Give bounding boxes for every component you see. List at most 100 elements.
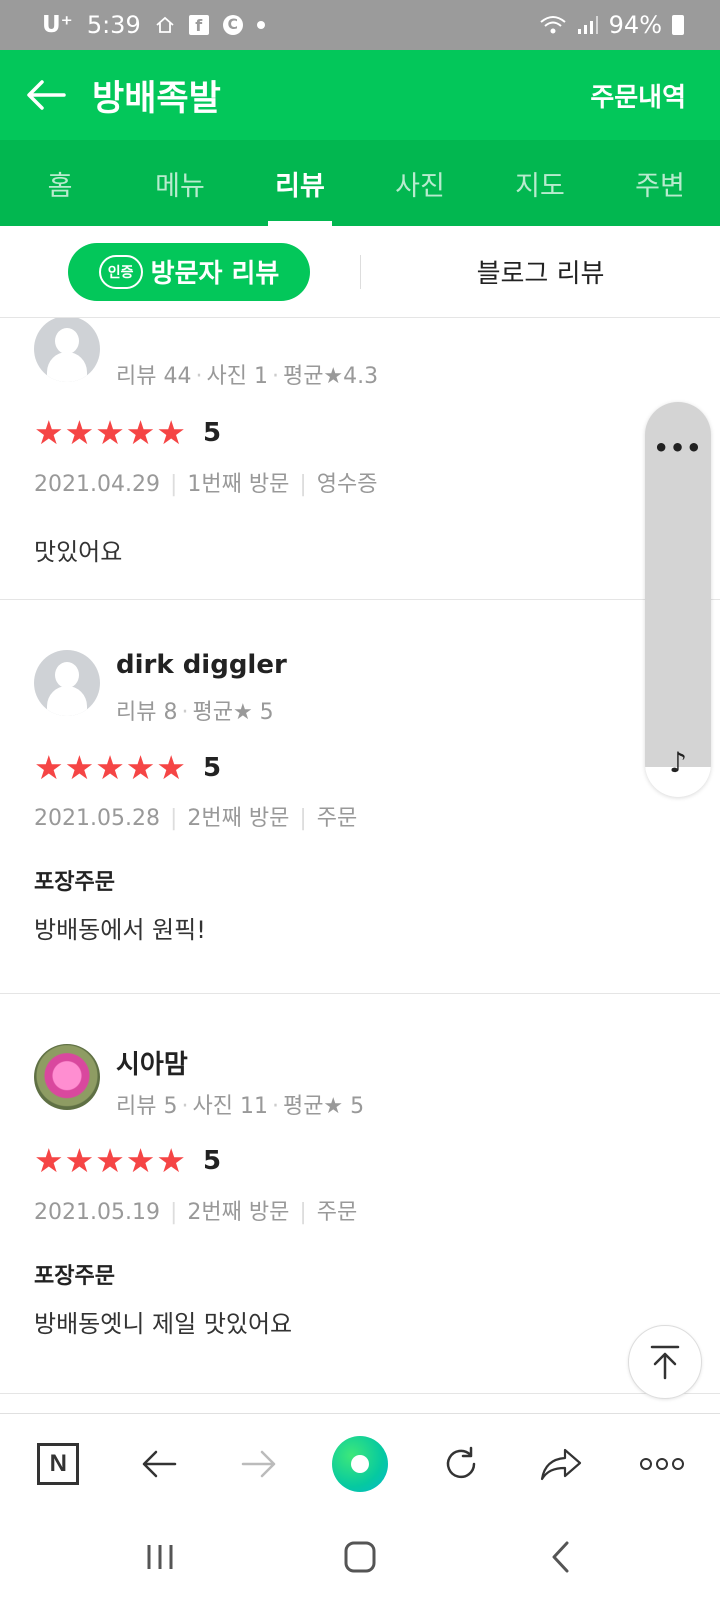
average-rating: 평균★4.3 <box>282 364 379 389</box>
tab-menu[interactable]: 메뉴 <box>120 140 240 226</box>
more-dots-icon <box>639 1457 684 1470</box>
share-button[interactable] <box>526 1429 596 1499</box>
green-dot-icon <box>331 1435 388 1492</box>
reviewer-name[interactable]: 시아맘 <box>116 1044 188 1081</box>
average-rating: 평균★ 5 <box>192 700 274 725</box>
tab-home[interactable]: 홈 <box>0 140 120 226</box>
browser-forward-button[interactable] <box>224 1429 294 1499</box>
star-rating: ★ ★ ★ ★ ★ 5 <box>34 751 221 784</box>
page-title: 방배족발 <box>92 78 221 119</box>
chevron-left-icon <box>552 1541 569 1572</box>
avatar[interactable] <box>34 650 100 716</box>
star-icon: ★ <box>125 748 156 787</box>
battery-icon <box>672 15 684 35</box>
star-icon: ★ <box>95 413 125 452</box>
star-icon: ★ <box>34 1141 64 1180</box>
star-icon: ★ <box>34 413 64 452</box>
more-options-button[interactable] <box>627 1429 697 1499</box>
home-button[interactable] <box>325 1522 395 1592</box>
review-text: 맛있어요 <box>34 538 123 566</box>
review-item: 시아맘 리뷰 5 · 사진 11 · 평균★ 5 ★ ★ ★ ★ ★ 5 2021.05.19 |… <box>0 994 720 1394</box>
status-bar: U⁺ 5:39 f C 94% <box>0 0 720 50</box>
arrow-up-icon <box>650 1345 680 1380</box>
certified-badge: 인증 <box>98 254 143 289</box>
verification-type: 주문 <box>316 806 358 831</box>
review-text: 방배동엣니 제일 맛있어요 <box>34 1310 293 1338</box>
recent-apps-button[interactable] <box>125 1522 195 1592</box>
tab-photo[interactable]: 사진 <box>360 140 480 226</box>
floating-side-panel[interactable]: ••• ♪ <box>645 402 711 797</box>
refresh-button[interactable] <box>426 1429 496 1499</box>
visit-date: 2021.04.29 <box>34 472 160 497</box>
visitor-review-tab[interactable]: 인증 방문자 리뷰 <box>68 242 310 301</box>
reviewer-name[interactable]: dirk diggler <box>116 650 287 680</box>
system-back-button[interactable] <box>525 1522 595 1592</box>
review-count: 리뷰 8 <box>116 700 178 725</box>
rating-score: 5 <box>202 752 222 783</box>
browser-back-button[interactable] <box>124 1429 194 1499</box>
carrier-label: U⁺ <box>42 12 73 38</box>
review-text: 방배동에서 원픽! <box>34 916 206 944</box>
tab-review[interactable]: 리뷰 <box>240 140 360 226</box>
review-count: 리뷰 44 <box>116 364 192 389</box>
system-nav-bar <box>0 1513 720 1600</box>
star-icon: ★ <box>156 413 186 452</box>
blog-review-tab[interactable]: 블로그 리뷰 <box>361 253 720 290</box>
review-item: dirk diggler 리뷰 8 · 평균★ 5 ★ ★ ★ ★ ★ 5 2021.05.… <box>0 600 720 994</box>
star-icon: ★ <box>156 748 186 787</box>
more-icon[interactable]: ••• <box>645 434 711 462</box>
naver-home-button[interactable]: N <box>23 1429 93 1499</box>
signal-icon <box>577 15 599 35</box>
app-header: 방배족발 주문내역 <box>0 50 720 140</box>
scroll-to-top-button[interactable] <box>628 1325 702 1399</box>
visit-count: 1번째 방문 <box>187 472 290 497</box>
tab-bar: 홈 메뉴 리뷰 사진 지도 주변 <box>0 140 720 226</box>
notification-dot-icon <box>256 21 265 29</box>
review-count: 리뷰 5 <box>116 1094 178 1119</box>
avatar[interactable] <box>34 318 100 382</box>
avatar[interactable] <box>34 1044 100 1110</box>
order-history-button[interactable]: 주문내역 <box>590 77 686 114</box>
review-item: 리뷰 44 · 사진 1 · 평균★4.3 ★ ★ ★ ★ ★ 5 2021.04.29 | 1번째… <box>0 318 720 600</box>
forward-icon <box>242 1450 276 1477</box>
star-icon: ★ <box>125 1141 156 1180</box>
verification-type: 영수증 <box>316 472 378 497</box>
review-tag: 포장주문 <box>34 1264 115 1289</box>
back-arrow-icon[interactable] <box>24 73 68 117</box>
star-rating: ★ ★ ★ ★ ★ 5 <box>34 416 221 449</box>
star-icon: ★ <box>125 413 156 452</box>
battery-percent: 94% <box>608 11 662 39</box>
recent-apps-icon <box>147 1544 173 1569</box>
visit-info: 2021.05.19 | 2번째 방문 | 주문 <box>34 1200 358 1225</box>
naver-n-icon: N <box>37 1442 80 1485</box>
refresh-icon <box>446 1446 475 1478</box>
photo-count: 사진 1 <box>206 364 268 389</box>
back-icon <box>142 1450 177 1477</box>
review-type-tabs: 인증 방문자 리뷰 블로그 리뷰 <box>0 226 720 318</box>
visit-count: 2번째 방문 <box>187 1200 290 1225</box>
star-icon: ★ <box>95 748 125 787</box>
star-icon: ★ <box>34 748 64 787</box>
green-dot-button[interactable] <box>325 1429 395 1499</box>
star-rating: ★ ★ ★ ★ ★ 5 <box>34 1144 221 1177</box>
tab-map[interactable]: 지도 <box>480 140 600 226</box>
photo-count: 사진 11 <box>192 1094 268 1119</box>
tab-nearby[interactable]: 주변 <box>600 140 720 226</box>
visit-date: 2021.05.19 <box>34 1200 160 1225</box>
visit-info: 2021.05.28 | 2번째 방문 | 주문 <box>34 806 358 831</box>
star-icon: ★ <box>64 413 95 452</box>
clock: 5:39 <box>86 11 141 39</box>
facebook-icon: f <box>188 15 209 35</box>
verification-type: 주문 <box>316 1200 358 1225</box>
rating-score: 5 <box>202 417 222 448</box>
visit-date: 2021.05.28 <box>34 806 160 831</box>
music-note-icon[interactable]: ♪ <box>645 746 711 779</box>
star-icon: ★ <box>64 1141 95 1180</box>
c-app-icon: C <box>222 15 243 35</box>
review-list: 리뷰 44 · 사진 1 · 평균★4.3 ★ ★ ★ ★ ★ 5 2021.04.29 | 1번째… <box>0 318 720 1413</box>
average-rating: 평균★ 5 <box>282 1094 365 1119</box>
share-icon <box>540 1448 582 1480</box>
browser-toolbar: N <box>0 1413 720 1513</box>
review-tag: 포장주문 <box>34 870 115 895</box>
visit-count: 2번째 방문 <box>187 806 290 831</box>
